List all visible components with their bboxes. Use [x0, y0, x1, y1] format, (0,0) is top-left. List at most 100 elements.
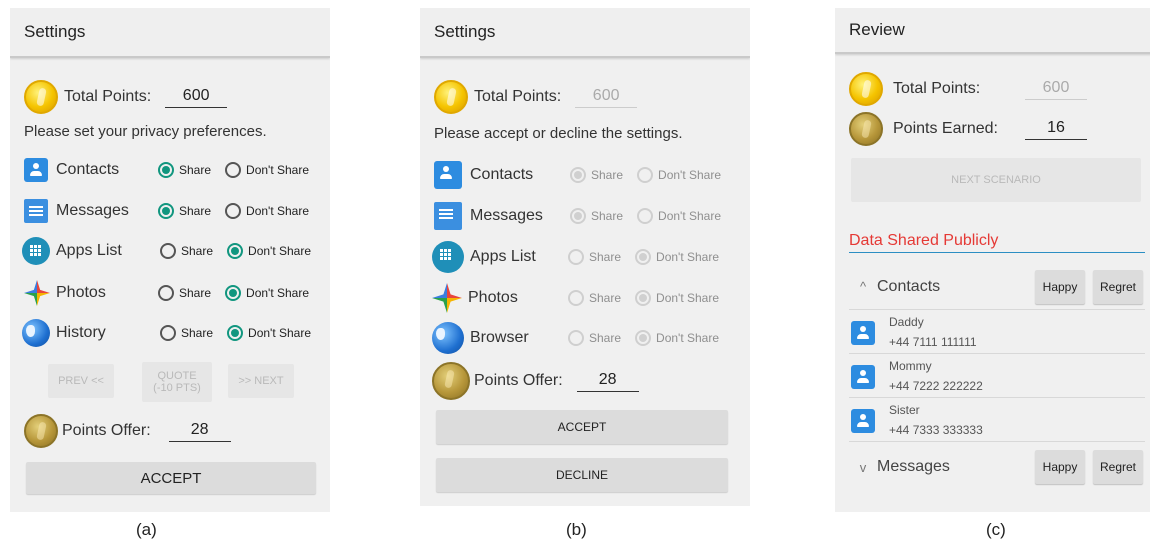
share-radio: Share — [570, 208, 623, 224]
points-earned-value: 16 — [1025, 119, 1087, 140]
category-row-messages: Messages Share Don't Share — [24, 199, 330, 223]
radio-icon — [160, 325, 176, 341]
radio-icon — [637, 167, 654, 183]
dont-share-radio[interactable]: Don't Share — [225, 162, 309, 178]
points-earned-row: Points Earned: 16 — [849, 112, 1150, 146]
settings-screen-b: Settings Total Points: 600 Please accept… — [420, 8, 750, 506]
group-row-contacts[interactable]: ^ Contacts Happy Regret — [849, 264, 1145, 310]
app-bar: Settings — [10, 8, 330, 58]
dont-share-radio: Don't Share — [635, 290, 719, 306]
settings-screen-a: Settings Total Points: 600 Please set yo… — [10, 8, 330, 512]
regret-button[interactable]: Regret — [1093, 269, 1143, 304]
total-points-value: 600 — [575, 87, 638, 108]
screen-title: Settings — [24, 22, 86, 41]
instruction-text: Please set your privacy preferences. — [24, 123, 267, 140]
caption-b: (b) — [566, 520, 587, 539]
group-row-messages[interactable]: v Messages Happy Regret — [849, 444, 1145, 490]
contacts-icon — [434, 161, 462, 189]
category-label: Contacts — [56, 161, 120, 178]
share-radio: Share — [570, 167, 623, 183]
share-radio[interactable]: Share — [160, 243, 213, 259]
points-offer-value: 28 — [168, 421, 231, 442]
gold-coin-icon — [24, 80, 58, 114]
chevron-up-icon: ^ — [859, 279, 867, 294]
dont-share-radio[interactable]: Don't Share — [227, 325, 311, 341]
apps-list-icon — [22, 237, 50, 265]
quote-button[interactable]: QUOTE (-10 PTS) — [142, 362, 212, 402]
section-title: Data Shared Publicly — [849, 232, 1145, 253]
bronze-coin-icon — [24, 414, 58, 448]
happy-button[interactable]: Happy — [1035, 269, 1085, 304]
bronze-coin-icon — [432, 362, 470, 400]
messages-icon — [24, 199, 48, 223]
contact-name: Mommy — [889, 359, 932, 373]
next-scenario-button[interactable]: NEXT SCENARIO — [851, 158, 1141, 202]
group-label: Contacts — [877, 277, 941, 295]
contact-phone: +44 7111 111111 — [889, 335, 977, 349]
share-radio: Share — [568, 330, 621, 346]
dont-share-radio[interactable]: Don't Share — [225, 285, 309, 301]
radio-selected-icon — [227, 243, 244, 259]
total-points-value: 600 — [1025, 79, 1087, 100]
category-label: Apps List — [470, 248, 536, 265]
share-radio[interactable]: Share — [158, 203, 211, 219]
photos-icon — [432, 283, 462, 313]
radio-icon — [637, 208, 654, 224]
total-points-row: Total Points: 600 — [24, 80, 330, 114]
apps-list-icon — [432, 241, 464, 273]
instruction-text: Please accept or decline the settings. — [434, 125, 683, 142]
total-points-value: 600 — [165, 87, 228, 108]
radio-icon — [568, 290, 584, 306]
caption-c: (c) — [986, 520, 1006, 539]
category-label: Photos — [56, 284, 106, 301]
total-points-row: Total Points: 600 — [434, 80, 750, 114]
contact-item: Daddy +44 7111 111111 — [849, 310, 1145, 354]
category-row-photos: Photos Share Don't Share — [432, 283, 750, 313]
accept-button[interactable]: ACCEPT — [26, 462, 316, 494]
caption-a: (a) — [136, 520, 157, 539]
decline-button[interactable]: DECLINE — [436, 458, 728, 492]
category-label: Apps List — [56, 242, 122, 259]
screen-title: Review — [849, 20, 905, 39]
share-radio[interactable]: Share — [158, 162, 211, 178]
dont-share-radio: Don't Share — [635, 249, 719, 265]
radio-icon — [225, 203, 242, 219]
points-offer-value: 28 — [576, 371, 639, 392]
radio-icon — [568, 330, 584, 346]
review-screen: Review Total Points: 600 Points Earned: … — [835, 8, 1150, 512]
category-row-history: History Share Don't Share — [22, 319, 330, 347]
share-radio[interactable]: Share — [158, 285, 211, 301]
category-label: Browser — [470, 329, 529, 346]
contact-icon — [851, 409, 875, 433]
gold-coin-icon — [849, 72, 883, 106]
category-row-browser: Browser Share Don't Share — [432, 322, 750, 354]
gold-coin-icon — [434, 80, 468, 114]
radio-selected-icon — [227, 325, 244, 341]
happy-button[interactable]: Happy — [1035, 450, 1085, 484]
contacts-icon — [24, 158, 48, 182]
category-label: Photos — [468, 289, 518, 306]
share-radio[interactable]: Share — [160, 325, 213, 341]
category-row-contacts: Contacts Share Don't Share — [434, 161, 750, 189]
radio-selected-icon — [225, 285, 242, 301]
dont-share-radio: Don't Share — [637, 167, 721, 183]
contact-item: Sister +44 7333 333333 — [849, 398, 1145, 442]
category-row-apps-list: Apps List Share Don't Share — [22, 237, 330, 265]
category-row-contacts: Contacts Share Don't Share — [24, 158, 330, 182]
dont-share-radio: Don't Share — [635, 330, 719, 346]
dont-share-radio[interactable]: Don't Share — [227, 243, 311, 259]
category-label: Contacts — [470, 166, 534, 183]
dont-share-radio[interactable]: Don't Share — [225, 203, 309, 219]
regret-button[interactable]: Regret — [1093, 450, 1143, 484]
contact-icon — [851, 365, 875, 389]
radio-icon — [568, 249, 584, 265]
radio-selected-icon — [570, 167, 586, 183]
accept-button[interactable]: ACCEPT — [436, 410, 728, 444]
bronze-coin-icon — [849, 112, 883, 146]
points-offer-label: Points Offer: — [474, 372, 563, 389]
prev-button[interactable]: PREV << — [48, 364, 114, 398]
next-button[interactable]: >> NEXT — [228, 364, 294, 398]
radio-icon — [158, 285, 174, 301]
app-bar: Settings — [420, 8, 750, 58]
category-row-apps-list: Apps List Share Don't Share — [432, 241, 750, 273]
